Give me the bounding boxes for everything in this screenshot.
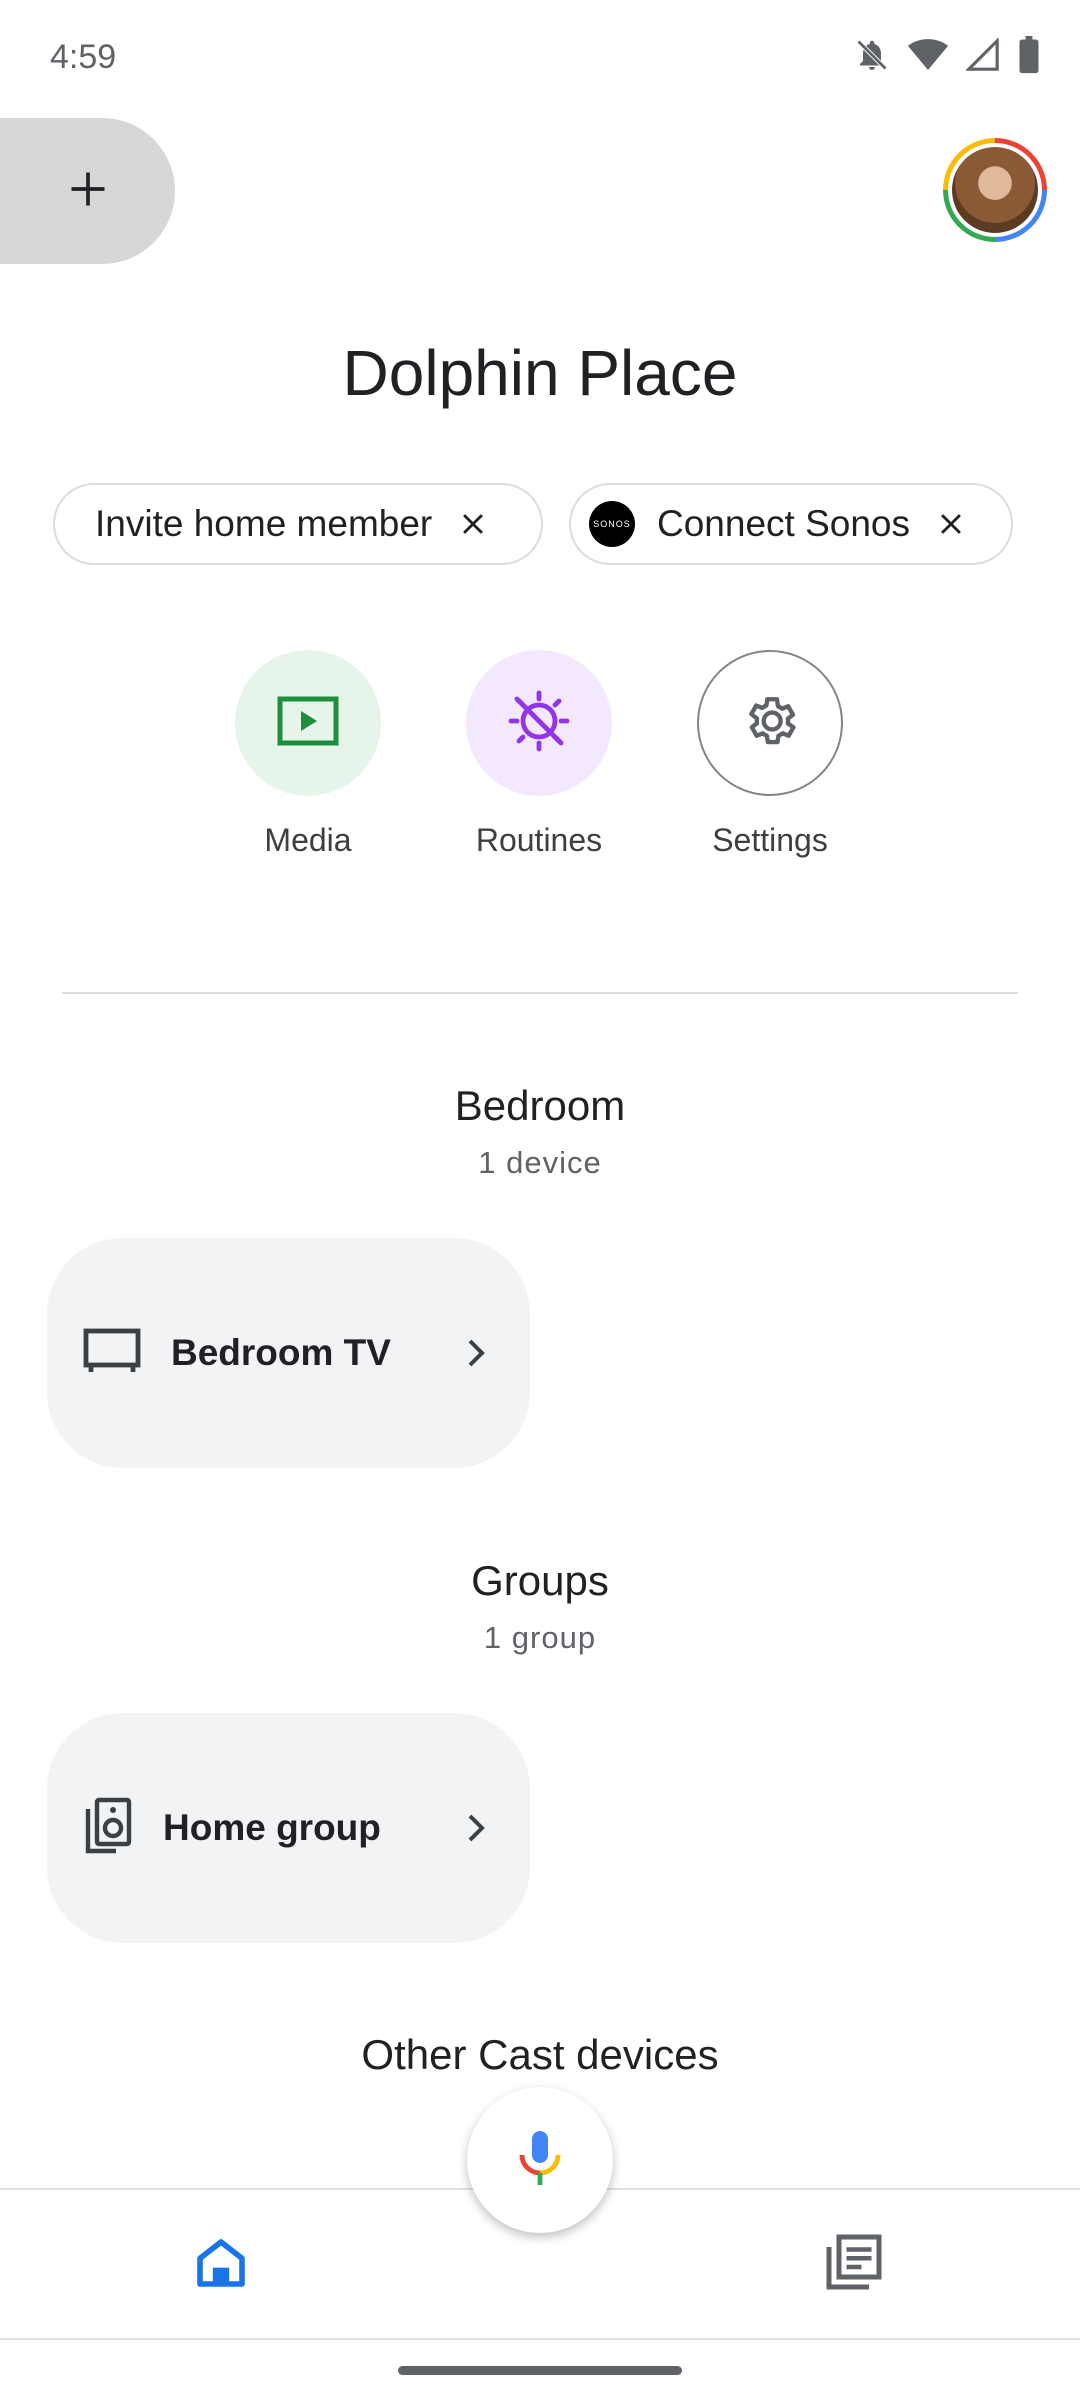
home-title: Dolphin Place bbox=[342, 337, 738, 409]
gear-icon bbox=[741, 692, 799, 755]
play-box-icon bbox=[277, 696, 339, 751]
battery-icon bbox=[1018, 36, 1040, 79]
cell-signal-icon bbox=[965, 37, 1000, 77]
speaker-group-icon bbox=[83, 1797, 133, 1860]
account-avatar[interactable] bbox=[943, 138, 1047, 242]
close-icon[interactable] bbox=[934, 507, 968, 541]
connect-sonos-chip[interactable]: SONOS Connect Sonos bbox=[569, 483, 1013, 565]
divider bbox=[62, 992, 1018, 994]
feed-icon bbox=[824, 2234, 884, 2296]
home-group-card[interactable]: Home group bbox=[47, 1713, 530, 1943]
assistant-mic-button[interactable] bbox=[467, 2087, 613, 2233]
settings-circle bbox=[697, 650, 843, 796]
microphone-icon bbox=[518, 2129, 562, 2192]
notifications-off-icon bbox=[854, 37, 890, 78]
status-icons bbox=[854, 36, 1040, 79]
close-icon[interactable] bbox=[456, 507, 490, 541]
wifi-icon bbox=[908, 37, 948, 78]
shortcut-label: Settings bbox=[712, 822, 828, 858]
section-subtitle-bedroom: 1 device bbox=[478, 1145, 602, 1180]
section-title-bedroom: Bedroom bbox=[454, 1082, 626, 1129]
section-title-groups: Groups bbox=[471, 1557, 609, 1604]
plus-icon bbox=[66, 167, 110, 216]
section-title-other-cast: Other Cast devices bbox=[361, 2031, 719, 2078]
chip-label: Connect Sonos bbox=[657, 503, 911, 544]
card-label: Home group bbox=[163, 1807, 381, 1848]
routines-shortcut[interactable]: Routines bbox=[439, 650, 639, 859]
gesture-bar[interactable] bbox=[398, 2366, 682, 2375]
routines-circle bbox=[466, 650, 612, 796]
home-tab[interactable] bbox=[193, 2235, 249, 2296]
media-shortcut[interactable]: Media bbox=[208, 650, 408, 859]
status-time: 4:59 bbox=[50, 38, 117, 76]
chevron-right-icon bbox=[466, 1339, 488, 1367]
chevron-right-icon bbox=[466, 1814, 488, 1842]
home-icon bbox=[193, 2239, 249, 2295]
shortcut-label: Media bbox=[264, 822, 352, 858]
tv-icon bbox=[83, 1328, 141, 1379]
routines-sun-icon bbox=[507, 689, 571, 758]
add-button[interactable] bbox=[0, 118, 175, 264]
chip-label: Invite home member bbox=[95, 503, 433, 544]
section-subtitle-groups: 1 group bbox=[483, 1620, 597, 1655]
shortcut-label: Routines bbox=[475, 822, 603, 858]
bedroom-tv-card[interactable]: Bedroom TV bbox=[47, 1238, 530, 1468]
card-label: Bedroom TV bbox=[171, 1332, 391, 1373]
settings-shortcut[interactable]: Settings bbox=[670, 650, 870, 859]
avatar-image bbox=[952, 147, 1038, 233]
invite-home-member-chip[interactable]: Invite home member bbox=[53, 483, 543, 565]
media-circle bbox=[235, 650, 381, 796]
sonos-logo: SONOS bbox=[589, 501, 635, 547]
feed-tab[interactable] bbox=[824, 2232, 884, 2297]
